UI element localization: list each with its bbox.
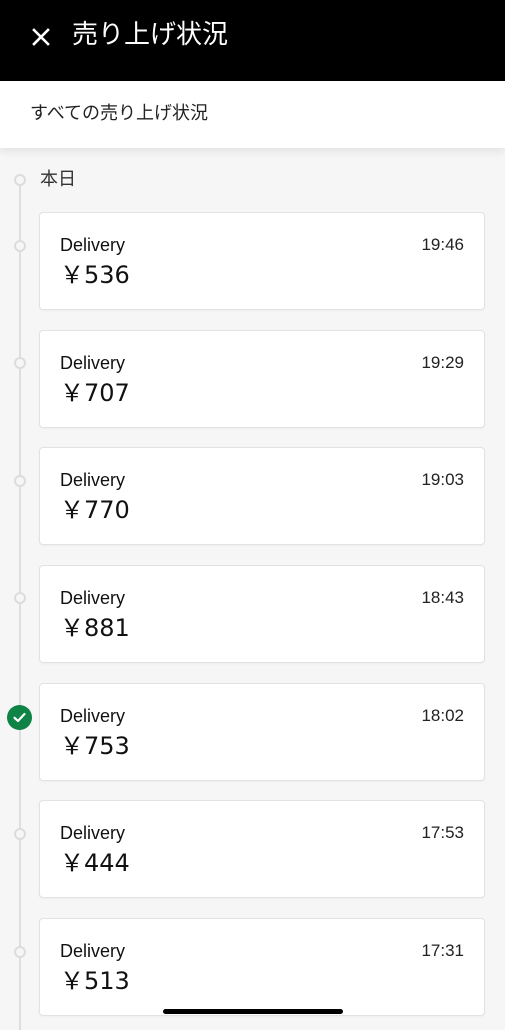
all-earnings-link[interactable]: すべての売り上げ状況 — [30, 102, 208, 126]
earning-type: Delivery — [60, 941, 126, 961]
timeline-dot — [14, 828, 26, 840]
timeline-line — [19, 180, 21, 1030]
earning-type: Delivery — [60, 353, 126, 373]
earning-amount: ￥513 — [60, 967, 130, 995]
earning-time: 18:02 — [421, 706, 464, 725]
earning-card[interactable]: Delivery 18:02 ￥753 — [39, 683, 485, 781]
earning-type: Delivery — [60, 470, 126, 490]
earning-card[interactable]: Delivery 19:29 ￥707 — [39, 330, 485, 428]
earning-amount: ￥707 — [60, 379, 130, 407]
earning-type: Delivery — [60, 823, 126, 843]
close-button[interactable] — [24, 20, 58, 54]
timeline-dot — [14, 475, 26, 487]
home-indicator[interactable] — [163, 1009, 343, 1014]
earning-time: 17:31 — [421, 941, 464, 960]
top-app-bar: 売り上げ状況 — [0, 0, 505, 81]
earning-card[interactable]: Delivery 17:53 ￥444 — [39, 800, 485, 898]
earning-amount: ￥536 — [60, 261, 130, 289]
timeline-dot — [14, 240, 26, 252]
earning-card[interactable]: Delivery 18:43 ￥881 — [39, 565, 485, 663]
timeline-dot — [14, 946, 26, 958]
earning-amount: ￥770 — [60, 496, 130, 524]
earning-time: 18:43 — [421, 588, 464, 607]
earning-time: 19:46 — [421, 235, 464, 254]
earning-card[interactable]: Delivery 19:46 ￥536 — [39, 212, 485, 310]
earning-time: 19:03 — [421, 470, 464, 489]
earning-type: Delivery — [60, 588, 126, 608]
earning-card[interactable]: Delivery 17:31 ￥513 — [39, 918, 485, 1016]
earning-amount: ￥444 — [60, 849, 130, 877]
earning-type: Delivery — [60, 706, 126, 726]
earning-type: Delivery — [60, 235, 126, 255]
timeline-dot — [14, 357, 26, 369]
check-circle-icon — [7, 705, 32, 730]
earning-amount: ￥753 — [60, 732, 130, 760]
earning-amount: ￥881 — [60, 614, 130, 642]
timeline-day-dot — [14, 174, 26, 186]
earning-card[interactable]: Delivery 19:03 ￥770 — [39, 447, 485, 545]
close-icon — [32, 28, 50, 46]
earning-time: 17:53 — [421, 823, 464, 842]
all-earnings-bar[interactable]: すべての売り上げ状況 — [0, 81, 505, 148]
earning-time: 19:29 — [421, 353, 464, 372]
page-title: 売り上げ状況 — [72, 20, 229, 50]
day-label: 本日 — [40, 169, 76, 190]
timeline-dot — [14, 592, 26, 604]
